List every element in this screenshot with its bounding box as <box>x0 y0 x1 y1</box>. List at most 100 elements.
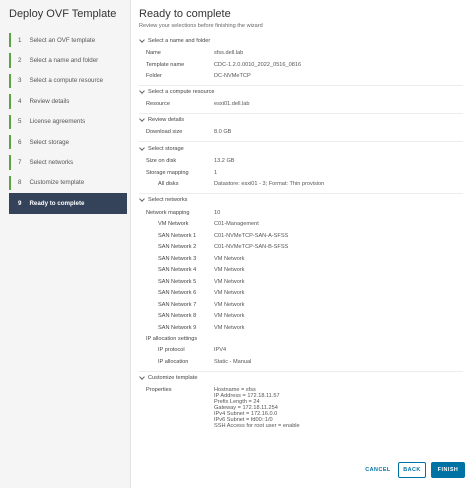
page-title: Ready to complete <box>139 8 231 20</box>
section-review-toggle[interactable]: Review details <box>139 116 185 123</box>
finish-button[interactable]: FINISH <box>431 462 465 478</box>
wizard-step-2[interactable]: 2 Select a name and folder <box>9 50 127 70</box>
network-mapping-label: Network mapping <box>146 210 190 216</box>
download-size-label: Download size <box>146 129 183 135</box>
wizard-step-3[interactable]: 3 Select a compute resource <box>9 71 127 91</box>
folder-label: Folder <box>146 73 162 79</box>
network-row-label: SAN Network 1 <box>158 232 197 239</box>
network-row-label: SAN Network 7 <box>158 301 197 308</box>
step-label: Select storage <box>29 138 70 146</box>
ip-allocation-value: Static - Manual <box>214 359 252 365</box>
page-subtitle: Review your selections before finishing … <box>139 23 263 29</box>
network-row-label: SAN Network 6 <box>158 290 197 296</box>
network-row-label: SAN Network 2 <box>158 244 197 250</box>
network-row-value: VM Network <box>214 324 245 331</box>
storage-mapping-value: 1 <box>214 170 218 176</box>
section-title: Select storage <box>148 146 184 152</box>
name-label: Name <box>146 50 161 56</box>
section-divider <box>139 85 463 86</box>
step-label: Select a name and folder <box>29 57 99 65</box>
back-button[interactable]: BACK <box>398 462 426 478</box>
folder-value: DC-NVMeTCP <box>214 73 251 79</box>
wizard-step-6[interactable]: 6 Select storage <box>9 132 127 152</box>
ip-allocation-label: IP allocation <box>158 359 189 365</box>
section-customize-toggle[interactable]: Customize template <box>139 374 198 381</box>
download-size-value: 8.0 GB <box>214 129 232 135</box>
step-number: 3 <box>18 77 22 85</box>
network-row-value: VM Network <box>214 255 245 262</box>
ip-allocation-settings-label: IP allocation settings <box>146 336 198 342</box>
cancel-button[interactable]: CANCEL <box>362 462 394 478</box>
wizard-step-1[interactable]: 1 Select an OVF template <box>9 30 127 50</box>
section-title: Select networks <box>148 197 188 203</box>
wizard-step-7[interactable]: 7 Select networks <box>9 152 127 172</box>
all-disks-value: Datastore: esxi01 - 3; Format: Thin prov… <box>214 181 325 187</box>
step-number: 2 <box>18 57 22 65</box>
ip-protocol-label: IP protocol <box>158 347 185 353</box>
section-divider <box>139 113 463 114</box>
step-label: Select networks <box>29 159 74 167</box>
chevron-down-icon <box>139 196 145 202</box>
step-number: 6 <box>18 138 22 146</box>
network-row-label: SAN Network 4 <box>158 267 197 273</box>
network-row-label: SAN Network 8 <box>158 313 197 319</box>
chevron-down-icon <box>139 88 145 94</box>
section-title: Customize template <box>148 375 198 381</box>
section-networks-toggle[interactable]: Select networks <box>139 196 188 203</box>
network-row-value: VM Network <box>214 290 245 296</box>
network-row-value: VM Network <box>214 267 245 273</box>
network-row-value: C01-NVMeTCP-SAN-B-SFSS <box>214 244 289 250</box>
resource-label: Resource <box>146 101 170 107</box>
wizard-step-4[interactable]: 4 Review details <box>9 91 127 111</box>
section-name-folder-toggle[interactable]: Select a name and folder <box>139 37 211 44</box>
step-number: 5 <box>18 118 22 126</box>
network-row-value: C01-NVMeTCP-SAN-A-SFSS <box>214 232 289 239</box>
step-number: 8 <box>18 179 22 187</box>
network-row-label: SAN Network 9 <box>158 324 197 331</box>
chevron-down-icon <box>139 374 145 380</box>
step-label: Review details <box>29 97 70 105</box>
step-label: Select a compute resource <box>29 77 104 85</box>
wizard-sidebar: Deploy OVF Template 1 Select an OVF temp… <box>0 0 131 488</box>
ip-protocol-value: IPV4 <box>214 347 227 353</box>
wizard-footer: CANCEL BACK FINISH <box>132 455 474 488</box>
section-title: Select a name and folder <box>148 38 211 44</box>
wizard-step-9-current[interactable]: 9 Ready to complete <box>9 193 127 214</box>
step-number: 7 <box>18 159 22 167</box>
chevron-down-icon <box>139 116 145 122</box>
template-name-label: Template name <box>146 62 185 68</box>
wizard-step-8[interactable]: 8 Customize template <box>9 173 127 193</box>
storage-mapping-label: Storage mapping <box>146 170 189 176</box>
resource-value: esxi01.dell.lab <box>214 101 250 107</box>
all-disks-label: All disks <box>158 181 179 187</box>
step-number: 4 <box>18 97 22 105</box>
properties-label: Properties <box>146 387 172 393</box>
name-value: sfss.dell.lab <box>214 50 244 56</box>
wizard-title: Deploy OVF Template <box>9 8 117 20</box>
step-number: 9 <box>18 199 22 207</box>
section-divider <box>139 193 463 194</box>
wizard-step-5[interactable]: 5 License agreements <box>9 112 127 132</box>
step-label: Select an OVF template <box>29 36 96 44</box>
template-name-value: CDC-1.2.0.0010_2022_0516_0816 <box>214 62 302 68</box>
properties-value: Hostname = sfss IP Address = 172.18.11.5… <box>214 387 300 430</box>
size-on-disk-value: 13.2 GB <box>214 158 235 164</box>
network-row-value: C01-Management <box>214 221 259 227</box>
section-storage-toggle[interactable]: Select storage <box>139 145 184 152</box>
chevron-down-icon <box>139 37 145 43</box>
step-label: License agreements <box>29 118 86 126</box>
section-compute-toggle[interactable]: Select a compute resource <box>139 88 215 95</box>
network-row-value: VM Network <box>214 278 245 285</box>
size-on-disk-label: Size on disk <box>146 158 177 164</box>
network-row-label: VM Network <box>158 221 189 227</box>
chevron-down-icon <box>139 145 145 151</box>
network-row-label: SAN Network 3 <box>158 255 197 262</box>
wizard-steps: 1 Select an OVF template 2 Select a name… <box>9 30 127 214</box>
network-row-value: VM Network <box>214 313 245 319</box>
step-label: Customize template <box>29 179 85 187</box>
section-divider <box>139 371 463 372</box>
section-title: Select a compute resource <box>148 89 215 95</box>
step-label: Ready to complete <box>29 199 85 207</box>
section-title: Review details <box>148 117 185 123</box>
network-row-value: VM Network <box>214 301 245 308</box>
